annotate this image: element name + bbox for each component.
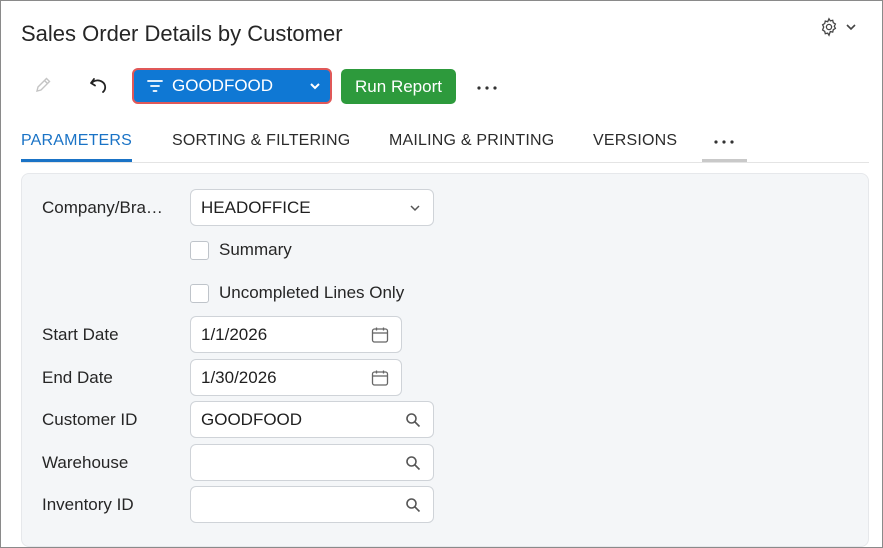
customer-id-input[interactable]: GOODFOOD — [190, 401, 434, 438]
tab-mailing-printing[interactable]: MAILING & PRINTING — [389, 132, 554, 150]
chevron-down-icon — [845, 20, 857, 38]
inventory-id-label: Inventory ID — [42, 495, 134, 514]
report-window: Sales Order Details by Customer GOODFOOD… — [0, 0, 883, 548]
uncompleted-lines-checkbox-row[interactable]: Uncompleted Lines Only — [190, 283, 404, 303]
filter-icon — [147, 79, 163, 93]
filter-selector-button[interactable]: GOODFOOD — [132, 68, 332, 104]
summary-checkbox[interactable] — [190, 240, 209, 260]
more-icon — [713, 132, 735, 150]
uncompleted-lines-label: Uncompleted Lines Only — [219, 283, 405, 302]
warehouse-input[interactable] — [190, 444, 434, 481]
gear-icon — [819, 16, 839, 42]
filter-selector-label: GOODFOOD — [172, 76, 274, 95]
inventory-id-input[interactable] — [190, 486, 434, 523]
end-date-input[interactable]: 1/30/2026 — [190, 359, 402, 396]
parameters-panel — [21, 173, 869, 547]
edit-button[interactable] — [27, 71, 59, 103]
tab-bar: PARAMETERS SORTING & FILTERING MAILING &… — [21, 129, 869, 163]
company-branch-value: HEADOFFICE — [201, 197, 311, 217]
tab-parameters[interactable]: PARAMETERS — [21, 132, 132, 150]
active-tab-indicator — [21, 159, 132, 162]
chevron-down-icon[interactable] — [409, 190, 421, 225]
tab-more-indicator — [702, 159, 747, 162]
search-icon[interactable] — [405, 402, 421, 437]
start-date-input[interactable]: 1/1/2026 — [190, 316, 402, 353]
page-title: Sales Order Details by Customer — [21, 21, 343, 46]
calendar-icon[interactable] — [371, 360, 389, 395]
tab-more-button[interactable] — [702, 129, 746, 163]
summary-checkbox-row[interactable]: Summary — [190, 240, 292, 260]
company-branch-label: Company/Bra… — [42, 198, 163, 217]
end-date-value: 1/30/2026 — [201, 367, 277, 387]
company-branch-select[interactable]: HEADOFFICE — [190, 189, 434, 226]
search-icon[interactable] — [405, 445, 421, 480]
search-icon[interactable] — [405, 487, 421, 522]
more-icon — [476, 78, 498, 96]
customer-id-label: Customer ID — [42, 410, 138, 429]
tab-sorting-filtering[interactable]: SORTING & FILTERING — [172, 132, 350, 150]
run-report-button[interactable]: Run Report — [341, 69, 456, 104]
more-actions-button[interactable] — [471, 71, 503, 103]
settings-menu-button[interactable] — [819, 16, 863, 42]
customer-id-value: GOODFOOD — [201, 409, 303, 429]
chevron-down-icon[interactable] — [308, 79, 322, 93]
undo-button[interactable] — [83, 71, 115, 103]
undo-icon — [88, 75, 110, 100]
calendar-icon[interactable] — [371, 317, 389, 352]
uncompleted-lines-checkbox[interactable] — [190, 283, 209, 303]
end-date-label: End Date — [42, 368, 113, 387]
start-date-value: 1/1/2026 — [201, 324, 268, 344]
summary-label: Summary — [219, 240, 292, 259]
tab-versions[interactable]: VERSIONS — [593, 132, 677, 150]
warehouse-label: Warehouse — [42, 453, 129, 472]
pencil-icon — [33, 75, 53, 100]
start-date-label: Start Date — [42, 325, 119, 344]
